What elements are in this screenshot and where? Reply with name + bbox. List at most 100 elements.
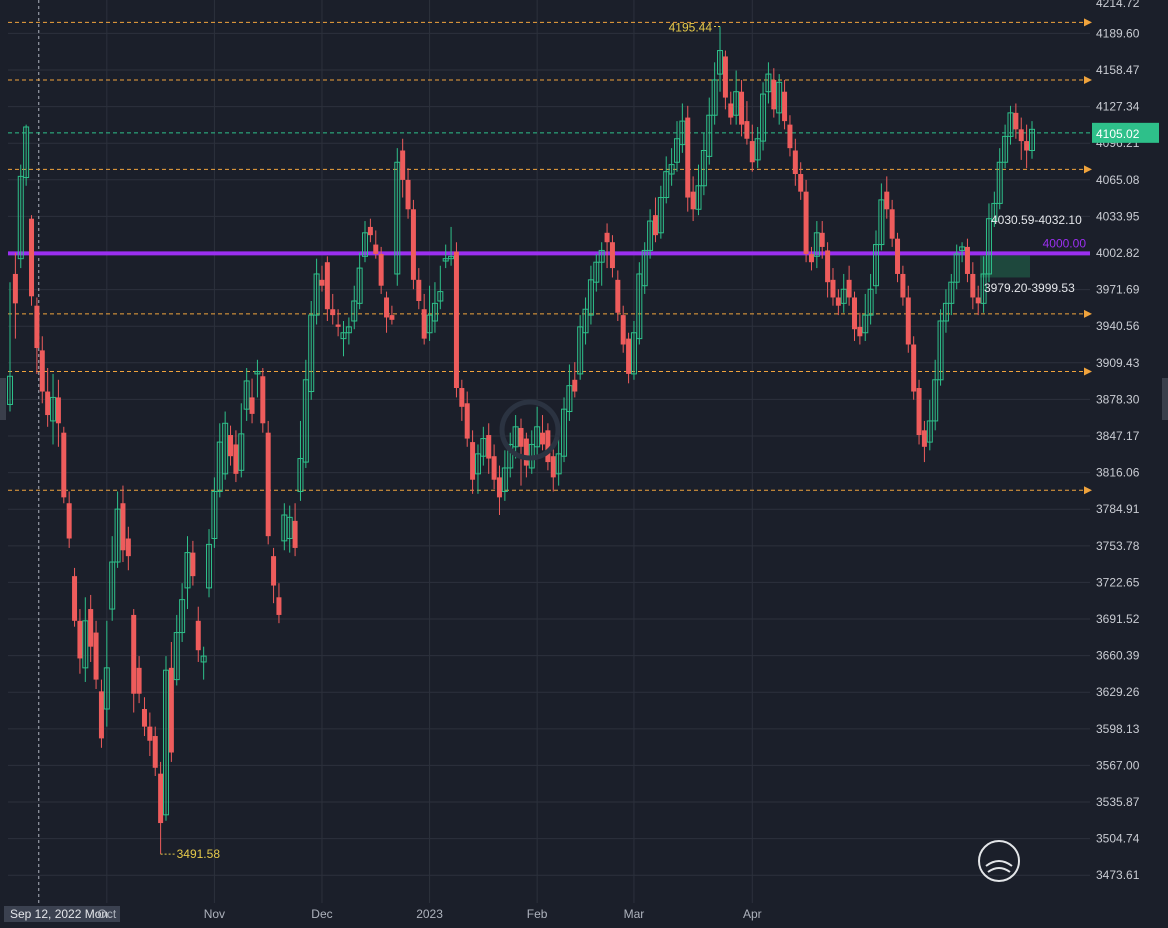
candle-body[interactable] [233,444,239,474]
candle-body[interactable] [249,397,255,414]
candle-body[interactable] [491,456,497,480]
candle-body[interactable] [195,620,201,651]
candle-body[interactable] [964,246,970,274]
candle-body[interactable] [792,150,798,175]
candle-body[interactable] [131,614,137,694]
candle-body[interactable] [604,232,610,243]
candle-body[interactable] [384,297,390,318]
candle-body[interactable] [125,538,131,557]
candle-body[interactable] [685,117,691,198]
candle-body[interactable] [884,191,890,210]
candle-body[interactable] [496,477,502,498]
candle-body[interactable] [615,279,621,313]
left-scroll-handle[interactable] [0,378,6,420]
candle-body[interactable] [545,430,551,463]
candle-body[interactable] [744,121,750,139]
candle-body[interactable] [808,253,814,263]
candle-body[interactable] [400,150,406,180]
candle-body[interactable] [29,218,35,297]
candle-body[interactable] [324,262,330,310]
candle-body[interactable] [141,708,147,727]
candle-body[interactable] [540,432,546,445]
candle-body[interactable] [728,103,734,118]
candle-body[interactable] [690,191,696,210]
candle-body[interactable] [271,556,277,586]
candle-body[interactable] [34,305,40,349]
candle-body[interactable] [61,432,67,498]
candle-body[interactable] [486,435,492,459]
candle-body[interactable] [292,520,298,548]
candle-body[interactable] [459,388,465,407]
candle-body[interactable] [550,456,556,478]
candle-body[interactable] [416,279,422,301]
candle-body[interactable] [572,379,578,392]
candle-body[interactable] [819,232,825,247]
candle-body[interactable] [749,141,755,163]
candle-body[interactable] [857,326,863,337]
candle-body[interactable] [72,576,78,621]
candle-body[interactable] [782,91,788,122]
candle-body[interactable] [798,174,804,192]
candle-body[interactable] [453,251,459,389]
candle-body[interactable] [921,430,927,447]
candle-body[interactable] [1024,141,1030,151]
candle-body[interactable] [464,403,470,439]
candle-body[interactable] [66,503,72,539]
candle-body[interactable] [147,726,153,741]
candle-body[interactable] [835,297,841,306]
candle-body[interactable] [190,552,196,577]
candle-body[interactable] [905,297,911,345]
candle-body[interactable] [889,209,895,239]
candle-body[interactable] [518,427,524,447]
candle-body[interactable] [626,338,632,374]
candle-body[interactable] [410,209,416,280]
candle-body[interactable] [830,279,836,298]
candle-body[interactable] [620,315,626,345]
candle-body[interactable] [421,309,427,339]
candle-body[interactable] [1013,112,1019,130]
candle-body[interactable] [916,388,922,436]
candle-body[interactable] [367,226,373,236]
candle-body[interactable] [771,79,777,110]
candle-body[interactable] [88,609,94,647]
candle-body[interactable] [260,376,266,424]
candle-body[interactable] [652,215,658,236]
candle-body[interactable] [136,667,142,694]
candle-body[interactable] [722,56,728,98]
candle-body[interactable] [152,736,158,768]
candle-body[interactable] [265,432,271,537]
candle-body[interactable] [120,503,126,551]
candle-body[interactable] [900,273,906,298]
candle-body[interactable] [825,250,831,283]
candle-body[interactable] [228,435,234,457]
candle-body[interactable] [846,279,852,298]
candle-body[interactable] [98,691,104,739]
candle-body[interactable] [330,309,336,316]
candle-body[interactable] [389,315,395,320]
candle-body[interactable] [895,238,901,274]
candle-body[interactable] [12,273,18,304]
candle-body[interactable] [1018,129,1024,142]
candle-body[interactable] [45,391,51,416]
x-axis[interactable]: Sep 12, 2022 Mon.Oct Nov Dec 2023 Feb Mar Apr [4,906,762,922]
candle-body[interactable] [975,297,981,304]
candle-body[interactable] [77,620,83,659]
candle-body[interactable] [93,632,99,680]
candle-body[interactable] [158,773,164,824]
candle-body[interactable] [373,244,379,254]
candle-body[interactable] [609,242,615,269]
candle-body[interactable] [319,279,325,286]
candlestick-chart[interactable]: 4000.00 4195.44 3491.58 4030.59-4032.10 3979… [0,0,1168,928]
candle-body[interactable] [39,350,45,392]
candle-body[interactable] [911,344,917,392]
candle-body[interactable] [168,667,174,753]
candle-body[interactable] [335,324,341,327]
candle-body[interactable] [378,253,384,286]
right-scroll-handle[interactable] [1162,378,1168,420]
candle-body[interactable] [851,297,857,330]
candle-body[interactable] [803,191,809,254]
candle-body[interactable] [970,273,976,298]
candle-body[interactable] [523,438,529,466]
y-axis[interactable]: 4189.604158.474127.344096.214065.084033.… [1092,0,1159,882]
candle-body[interactable] [405,179,411,210]
